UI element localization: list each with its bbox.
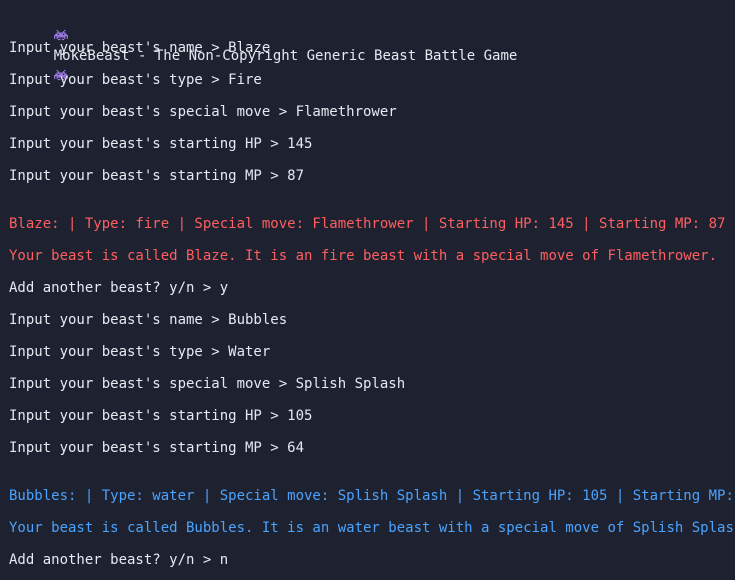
beast-summary-line: Bubbles: | Type: water | Special move: S… <box>9 488 735 504</box>
add-another-prompt: Add another beast? y/n > y <box>9 280 229 296</box>
prompt-line-mp: Input your beast's starting MP > 87 <box>9 168 305 184</box>
add-another-prompt: Add another beast? y/n > n <box>9 552 229 568</box>
prompt-line-special-move: Input your beast's special move > Flamet… <box>9 104 397 120</box>
beast-description-line: Your beast is called Blaze. It is an fir… <box>9 248 718 264</box>
beast-summary-line: Blaze: | Type: fire | Special move: Flam… <box>9 216 726 232</box>
beast-description-line: Your beast is called Bubbles. It is an w… <box>9 520 735 536</box>
game-title: MokéBeast - The Non-Copyright Generic Be… <box>20 6 517 81</box>
prompt-line-hp: Input your beast's starting HP > 145 <box>9 136 313 152</box>
prompt-line-hp: Input your beast's starting HP > 105 <box>9 408 313 424</box>
prompt-line-special-move: Input your beast's special move > Splish… <box>9 376 406 392</box>
prompt-line-name: Input your beast's name > Blaze <box>9 40 271 56</box>
prompt-line-mp: Input your beast's starting MP > 64 <box>9 440 305 456</box>
terminal-window[interactable]: MokéBeast - The Non-Copyright Generic Be… <box>0 0 735 580</box>
prompt-line-type: Input your beast's type > Water <box>9 344 271 360</box>
prompt-line-name: Input your beast's name > Bubbles <box>9 312 288 328</box>
prompt-line-type: Input your beast's type > Fire <box>9 72 262 88</box>
